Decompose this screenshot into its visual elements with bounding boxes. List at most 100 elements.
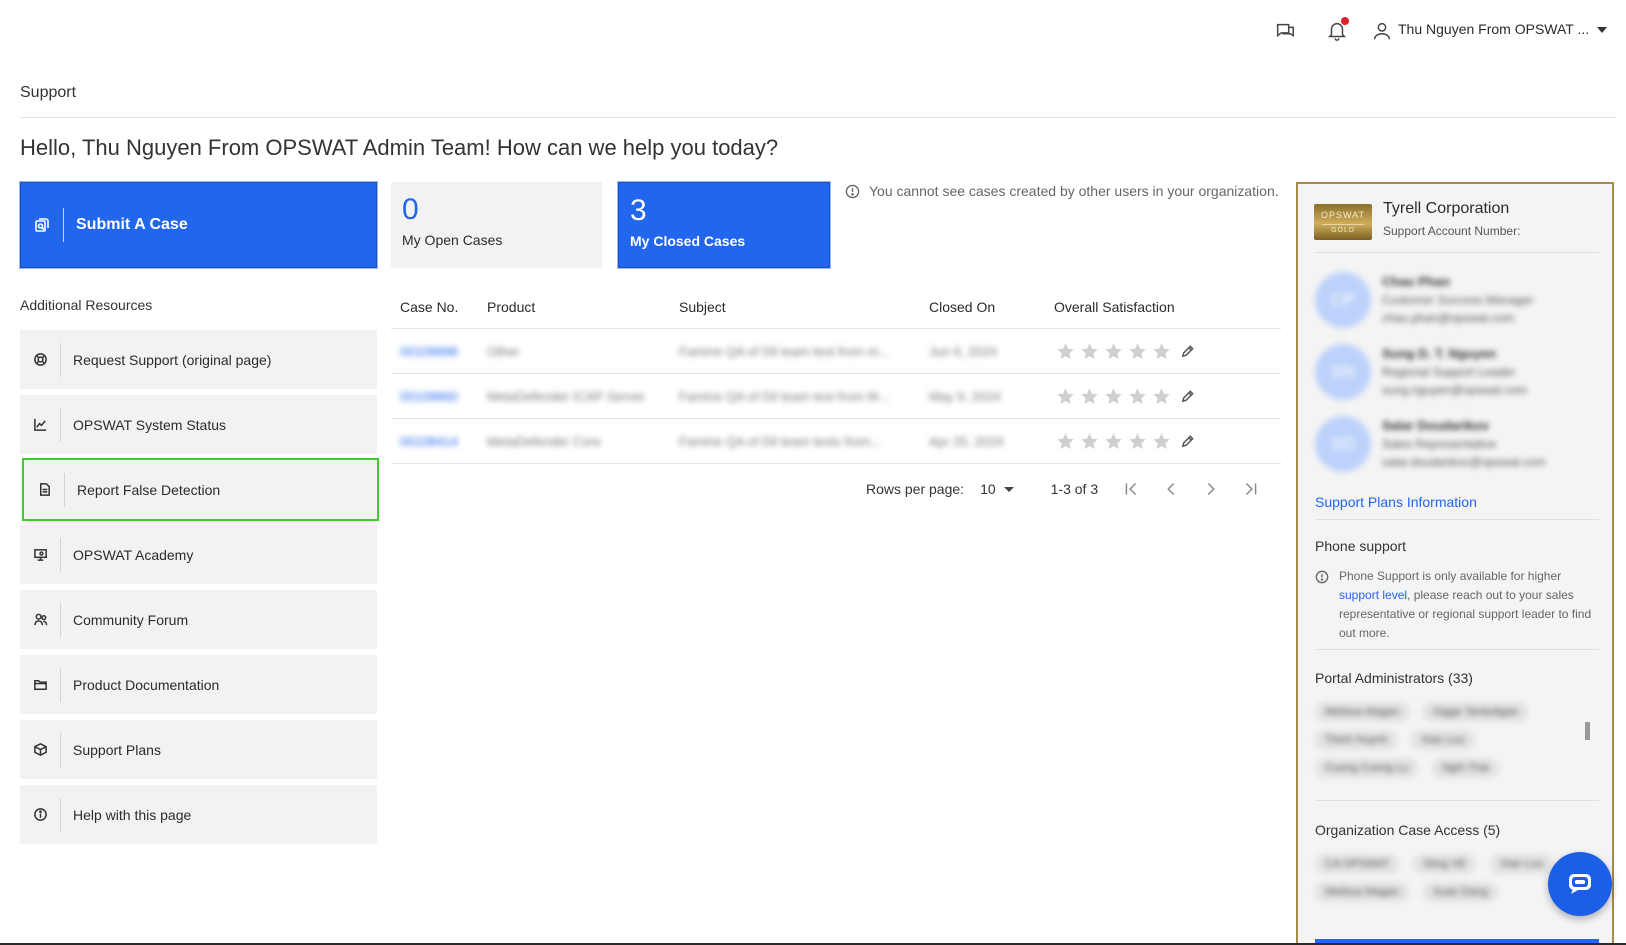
star-icon[interactable] [1080, 387, 1099, 406]
support-plans-link[interactable]: Support Plans Information [1315, 494, 1477, 510]
phone-support-text: Phone Support is only available for high… [1315, 567, 1599, 643]
resource-support-plans[interactable]: Support Plans [20, 720, 377, 779]
star-icon[interactable] [1080, 342, 1099, 361]
open-cases-count: 0 [402, 193, 419, 226]
divider [1315, 252, 1599, 253]
first-page-icon[interactable] [1120, 478, 1142, 500]
access-chip: Melissa Magan [1315, 882, 1409, 902]
star-icon[interactable] [1128, 432, 1147, 451]
resource-request-support[interactable]: Request Support (original page) [20, 330, 377, 389]
open-cases-tile[interactable]: 0 My Open Cases [391, 182, 602, 268]
resource-system-status[interactable]: OPSWAT System Status [20, 395, 377, 454]
satisfaction-cell [1044, 432, 1281, 451]
chat-icon[interactable] [1274, 20, 1296, 42]
previous-page-icon[interactable] [1160, 478, 1182, 500]
star-icon[interactable] [1056, 432, 1075, 451]
contact-name: Chau Phan [1382, 274, 1450, 289]
last-page-icon[interactable] [1240, 478, 1262, 500]
contact-email[interactable]: sung.nguyen@opswat.com [1382, 383, 1527, 397]
edit-pencil-icon[interactable] [1180, 434, 1195, 449]
star-icon[interactable] [1056, 342, 1075, 361]
admins-scrollbar[interactable] [1584, 712, 1592, 807]
resource-product-documentation[interactable]: Product Documentation [20, 655, 377, 714]
closed-on-cell: Jun 6, 2024 [929, 343, 997, 359]
edit-pencil-icon[interactable] [1180, 389, 1195, 404]
column-header[interactable]: Overall Satisfaction [1044, 299, 1281, 315]
divider [60, 342, 61, 377]
rating-stars[interactable] [1054, 432, 1281, 451]
star-icon[interactable] [1080, 432, 1099, 451]
chat-launcher-button[interactable] [1548, 852, 1612, 916]
info-icon [20, 807, 60, 822]
star-icon[interactable] [1104, 387, 1123, 406]
case-number-link[interactable]: 00109898 [391, 344, 487, 359]
info-icon [845, 184, 860, 198]
resource-label: OPSWAT System Status [73, 416, 227, 433]
star-icon[interactable] [1152, 432, 1171, 451]
table-row: 00108414 MetaDefender Core Famine QA of … [391, 419, 1281, 464]
contact-email[interactable]: chau.phan@opswat.com [1382, 311, 1514, 325]
divider [1315, 519, 1599, 520]
access-chip: Xian Luu [1490, 854, 1554, 874]
column-header[interactable]: Subject [679, 299, 929, 315]
rows-per-page-value: 10 [980, 481, 996, 497]
users-icon [20, 612, 60, 627]
box-icon [20, 742, 60, 757]
column-header[interactable]: Closed On [929, 299, 1044, 315]
chevron-down-icon[interactable] [1597, 27, 1607, 33]
divider [60, 797, 61, 832]
scrollbar-thumb[interactable] [1585, 722, 1590, 740]
pagination: Rows per page: 10 1-3 of 3 [866, 478, 1262, 500]
resource-community-forum[interactable]: Community Forum [20, 590, 377, 649]
case-number-link[interactable]: 00109860 [391, 389, 487, 404]
contact-card[interactable]: SN Sung D. T. Nguyen Regional Support Lea… [1315, 340, 1599, 404]
product-cell: Other [487, 343, 520, 359]
avatar: CP [1315, 272, 1371, 328]
submit-case-button[interactable]: Submit A Case [20, 182, 377, 268]
user-name[interactable]: Thu Nguyen From OPSWAT ... [1398, 21, 1589, 37]
star-icon[interactable] [1056, 387, 1075, 406]
star-icon[interactable] [1104, 342, 1123, 361]
contact-email[interactable]: salar.doudarikov@opswat.com [1382, 455, 1546, 469]
satisfaction-cell [1044, 387, 1281, 406]
page-title: Support [20, 84, 77, 101]
column-header[interactable]: Case No. [391, 299, 487, 315]
star-icon[interactable] [1104, 432, 1123, 451]
resource-academy[interactable]: OPSWAT Academy [20, 525, 377, 584]
access-chip: Suan Dang [1422, 882, 1499, 902]
support-level-link[interactable]: support level [1339, 588, 1407, 602]
resource-report-false-detection[interactable]: Report False Detection [24, 460, 377, 519]
logo-tier: GOLD [1322, 224, 1364, 237]
top-bar: Thu Nguyen From OPSWAT ... [0, 0, 1626, 60]
admin-chip: Xian Luu [1411, 730, 1475, 750]
next-page-icon[interactable] [1200, 478, 1222, 500]
resource-label: Help with this page [73, 806, 192, 823]
support-account-label: Support Account Number: [1383, 224, 1521, 238]
lifebuoy-icon [20, 352, 60, 367]
rating-stars[interactable] [1054, 342, 1281, 361]
star-icon[interactable] [1152, 342, 1171, 361]
contact-role: Regional Support Leader [1382, 365, 1516, 379]
bell-icon[interactable] [1326, 17, 1349, 42]
star-icon[interactable] [1128, 387, 1147, 406]
rows-per-page-select[interactable]: 10 [980, 481, 1014, 497]
contact-card[interactable]: SD Salar Doudarikov Sales Representative s… [1315, 412, 1599, 476]
submit-case-icon [21, 217, 63, 233]
open-cases-label: My Open Cases [402, 232, 503, 248]
subject-cell: Famine QA of Dil team test from M... [679, 388, 890, 404]
case-number-link[interactable]: 00108414 [391, 434, 487, 449]
column-header[interactable]: Product [487, 299, 679, 315]
resource-help-page[interactable]: Help with this page [20, 785, 377, 844]
star-icon[interactable] [1152, 387, 1171, 406]
rating-stars[interactable] [1054, 387, 1281, 406]
opswat-gold-logo: OPSWAT GOLD [1314, 204, 1372, 240]
star-icon[interactable] [1128, 342, 1147, 361]
avatar: SD [1315, 416, 1371, 472]
closed-cases-tile[interactable]: 3 My Closed Cases [618, 182, 830, 268]
user-icon[interactable] [1371, 20, 1393, 42]
contact-card[interactable]: CP Chau Phan Customer Success Manager chau… [1315, 268, 1599, 332]
edit-pencil-icon[interactable] [1180, 344, 1195, 359]
divider [60, 602, 61, 637]
divider [60, 667, 61, 702]
visibility-notice: You cannot see cases created by other us… [845, 183, 1279, 199]
